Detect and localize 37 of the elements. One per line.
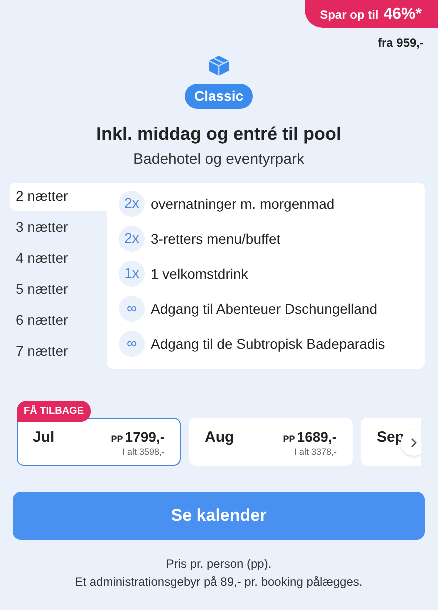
feature-text: 3-retters menu/buffet: [151, 230, 281, 248]
feature-text: 1 velkomstdrink: [151, 264, 248, 284]
nights-option[interactable]: 3 nætter: [10, 214, 107, 242]
footnote: Et administrationsgebyr på 89,- pr. booking pålægges.: [75, 574, 363, 590]
nights-option[interactable]: 7 nætter: [10, 338, 107, 366]
box-icon: [208, 55, 230, 77]
pp-label: PP: [111, 432, 124, 446]
quantity-badge: ∞: [119, 330, 145, 356]
package-subtitle: Badehotel og eventyrpark: [134, 150, 304, 170]
month-card[interactable]: Aug PP 1689,- I alt 3378,-: [189, 418, 353, 466]
quantity-badge: 2x: [119, 190, 145, 216]
promo-value: 46%*: [384, 6, 422, 24]
from-price: fra 959,-: [378, 36, 424, 50]
package-title: Inkl. middag og entré til pool: [96, 123, 342, 146]
total-price: I alt 3598,-: [122, 446, 165, 458]
package-tag: Classic: [185, 84, 253, 109]
month-card[interactable]: Jul PP 1799,- I alt 3598,-: [17, 418, 181, 466]
nights-option[interactable]: 2 nætter: [10, 182, 107, 210]
nights-option[interactable]: 4 nætter: [10, 244, 107, 272]
price: 1799,-: [125, 428, 165, 444]
cashback-badge: FÅ TILBAGE: [17, 400, 91, 422]
quantity-badge: 2x: [119, 226, 145, 252]
feature-text: Adgang til de Subtropisk Badeparadis: [151, 334, 386, 354]
quantity-badge: ∞: [119, 296, 145, 322]
price: 1689,-: [297, 428, 337, 444]
month-label: Aug: [205, 428, 234, 446]
month-label: Jul: [33, 428, 55, 446]
feature-text: Adgang til Abenteuer Dschungelland: [151, 300, 378, 319]
chevron-right-icon: [411, 438, 417, 448]
total-price: I alt 3378,-: [294, 446, 337, 458]
feature-text: overnatninger m. morgenmad: [151, 194, 335, 214]
promo-label: Spar op til: [320, 7, 379, 24]
pp-label: PP: [283, 432, 296, 446]
footnote: Pris pr. person (pp).: [166, 556, 272, 572]
quantity-badge: 1x: [119, 260, 145, 286]
nights-option[interactable]: 6 nætter: [10, 306, 107, 334]
nights-option[interactable]: 5 nætter: [10, 276, 107, 304]
